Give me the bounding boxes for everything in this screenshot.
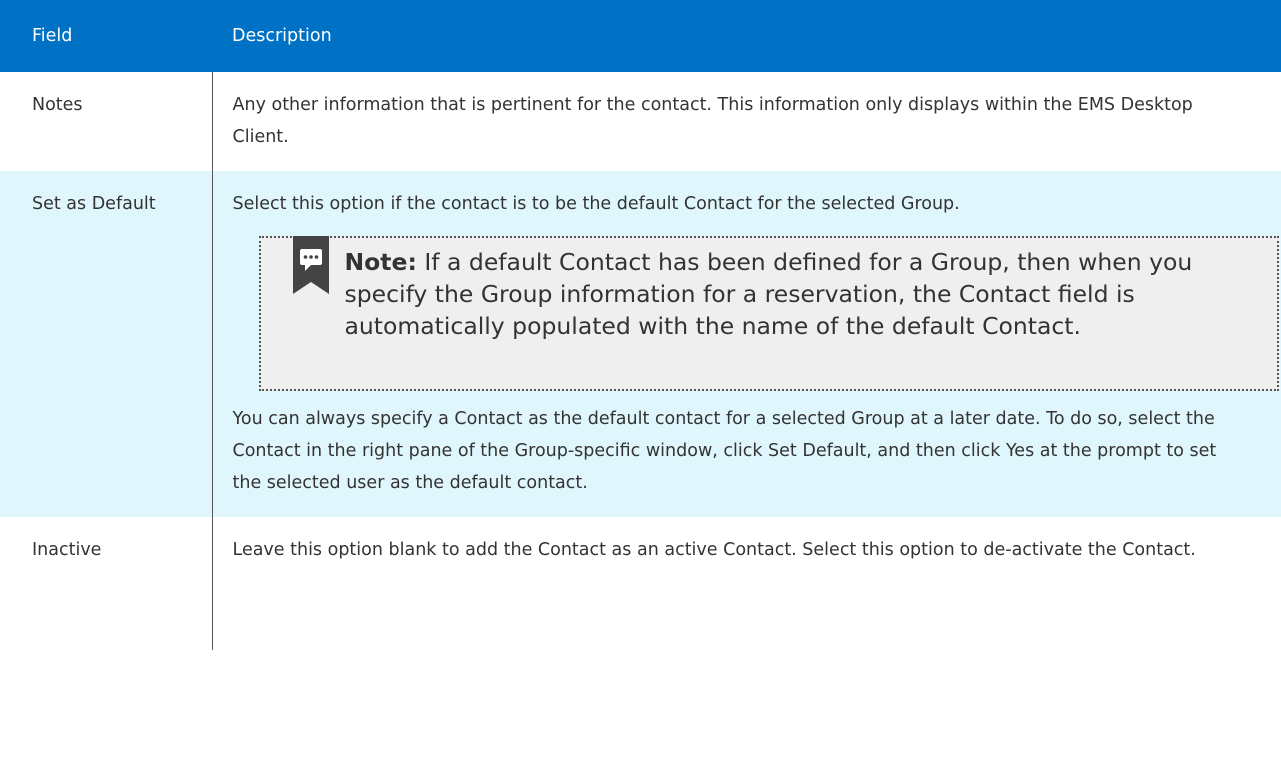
note-body: If a default Contact has been defined fo… xyxy=(344,248,1193,340)
description-notes: Any other information that is pertinent … xyxy=(232,95,1193,147)
table-row-notes: Notes Any other information that is pert… xyxy=(0,72,1281,171)
field-name-set-as-default: Set as Default xyxy=(0,171,213,517)
description-cell-set-as-default: Select this option if the contact is to … xyxy=(212,171,1281,517)
table-row-set-as-default: Set as Default Select this option if the… xyxy=(0,171,1281,517)
header-description: Description xyxy=(212,0,1281,72)
table-header-row: Field Description xyxy=(0,0,1281,72)
description-set-as-default: Select this option if the contact is to … xyxy=(232,194,960,214)
description-cell-inactive: Leave this option blank to add the Conta… xyxy=(212,517,1281,650)
note-label: Note: xyxy=(344,248,417,276)
comment-bookmark-icon xyxy=(292,236,329,294)
description-inactive: Leave this option blank to add the Conta… xyxy=(232,540,1196,560)
note-callout: Note: If a default Contact has been defi… xyxy=(258,236,1279,391)
table-row-inactive: Inactive Leave this option blank to add … xyxy=(0,517,1281,650)
field-name-notes: Notes xyxy=(0,72,213,171)
field-name-inactive: Inactive xyxy=(0,517,213,650)
description-set-as-default-more: You can always specify a Contact as the … xyxy=(232,409,1217,493)
note-text: Note: If a default Contact has been defi… xyxy=(345,246,1258,342)
description-cell-notes: Any other information that is pertinent … xyxy=(212,72,1281,171)
header-field: Field xyxy=(0,0,212,72)
field-description-table: Field Description Notes Any other inform… xyxy=(0,0,1281,650)
